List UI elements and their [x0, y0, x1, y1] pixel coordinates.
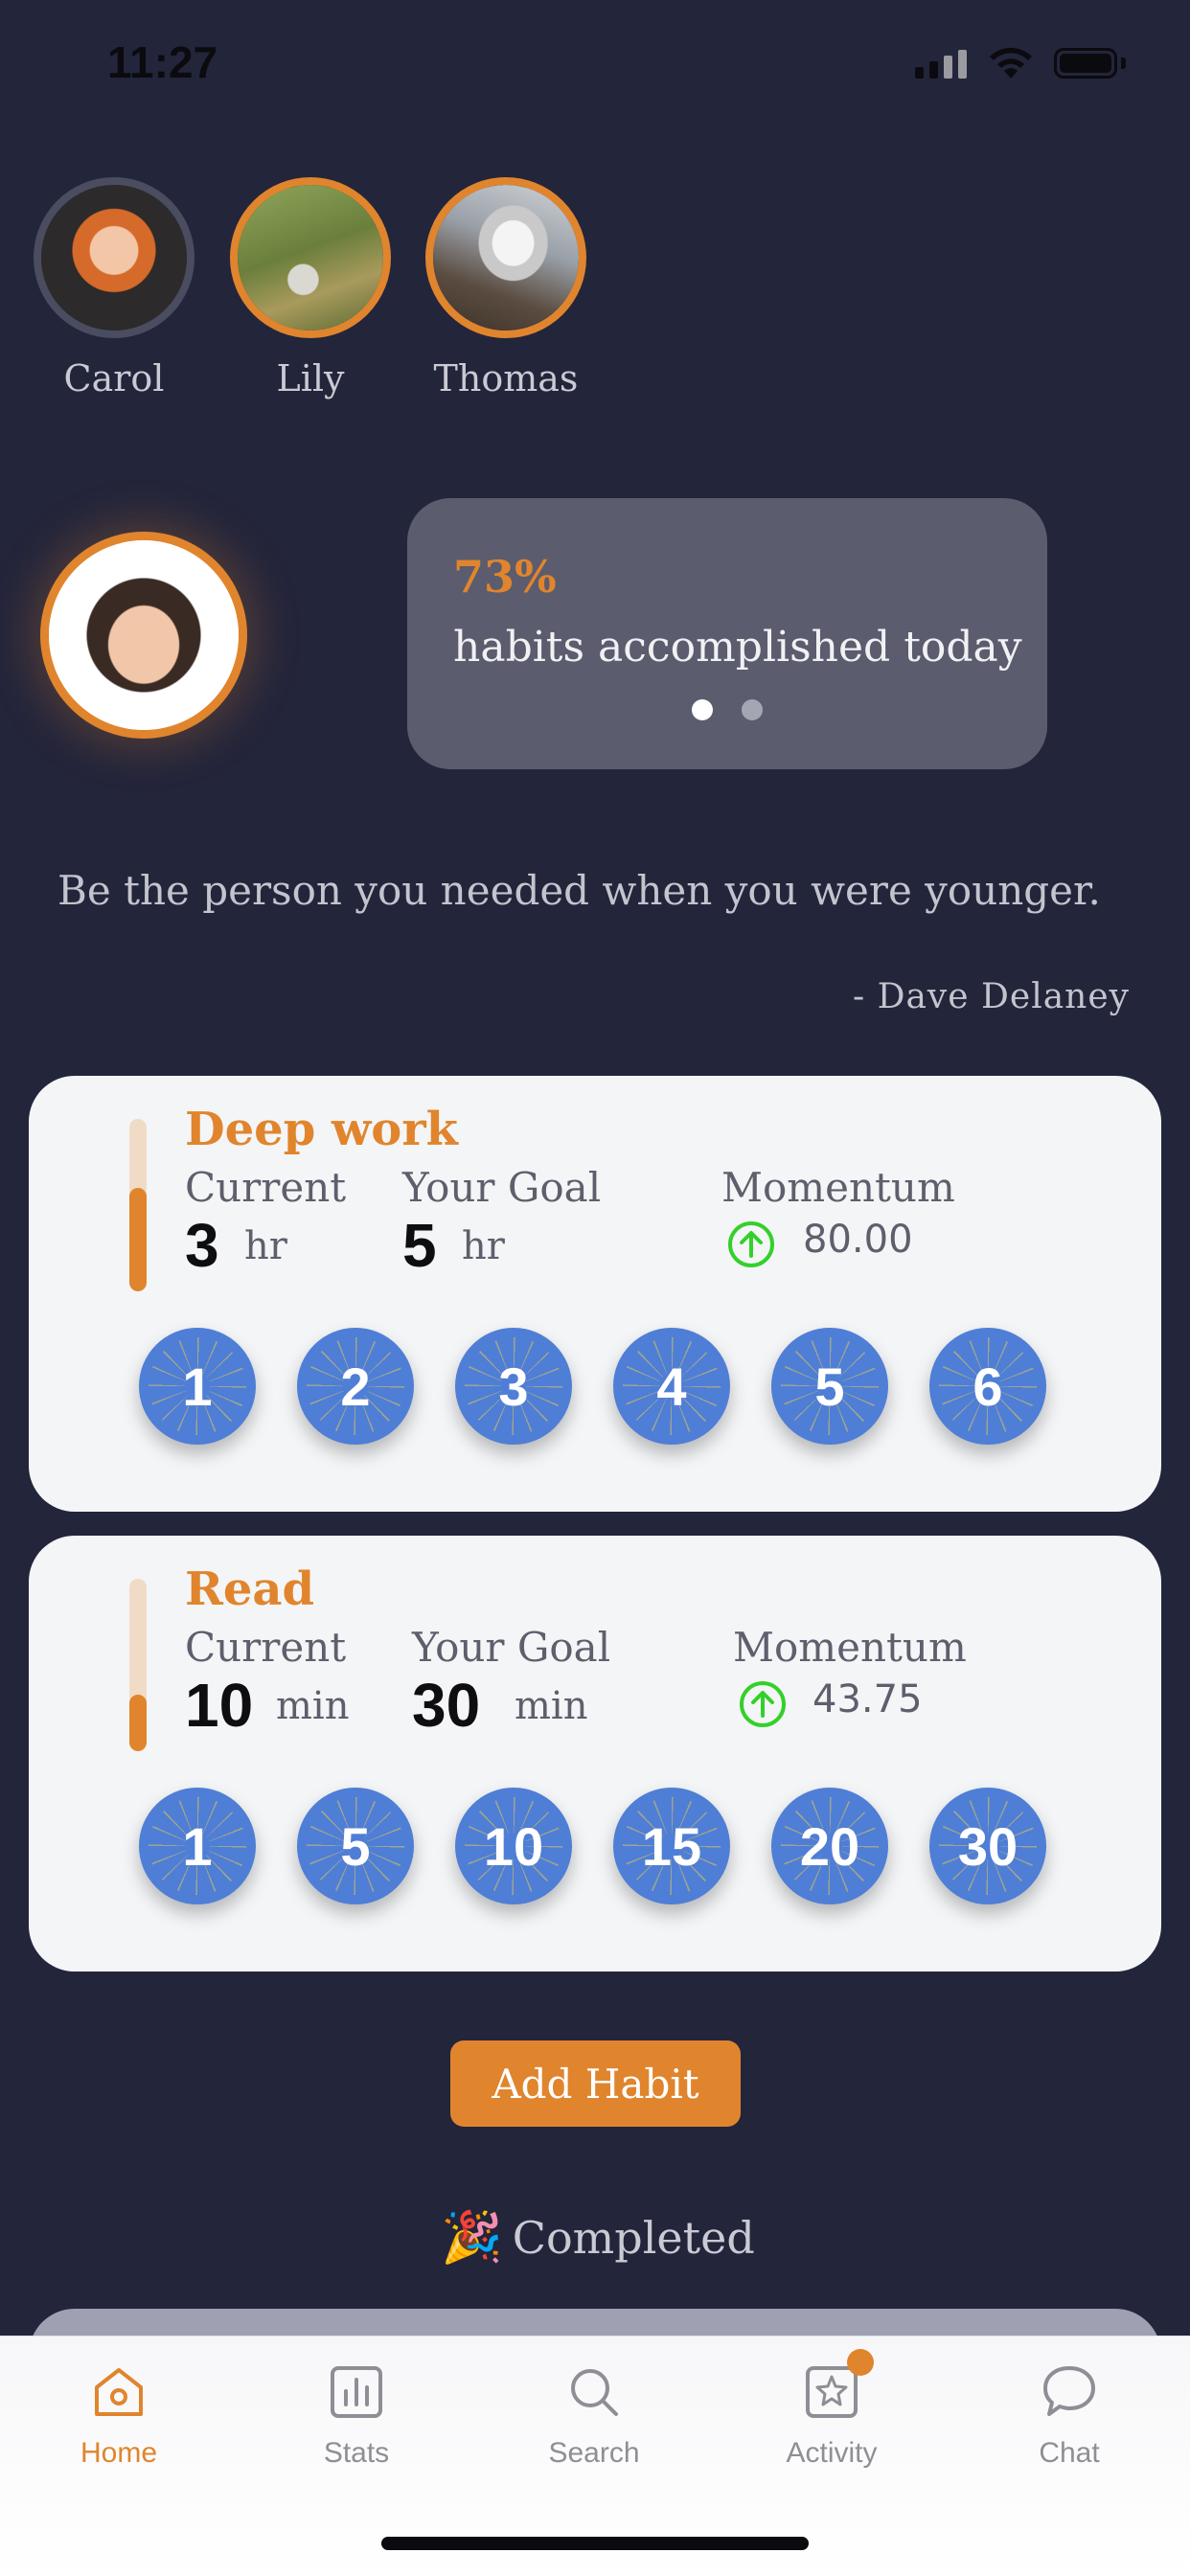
- stats-icon: [331, 2366, 382, 2418]
- habit-card-deep-work[interactable]: Deep work Current Your Goal Momentum 3 h…: [29, 1076, 1161, 1512]
- habit-title: Read: [185, 1562, 315, 1616]
- home-indicator: [381, 2537, 809, 2550]
- increment-chip[interactable]: 1: [139, 1328, 256, 1445]
- friend-name: Thomas: [433, 357, 579, 399]
- friend-avatar: [425, 177, 586, 338]
- increment-chip[interactable]: 5: [297, 1788, 414, 1904]
- wifi-icon: [990, 47, 1032, 79]
- quote-text: Be the person you needed when you were y…: [57, 867, 1101, 914]
- increment-chip[interactable]: 20: [771, 1788, 888, 1904]
- friend-thomas[interactable]: Thomas: [425, 177, 586, 399]
- current-label: Current: [185, 1624, 347, 1671]
- party-popper-icon: 🎉: [441, 2209, 503, 2267]
- completed-section-header[interactable]: 🎉 Completed: [441, 2208, 755, 2267]
- progress-percent: 73%: [453, 551, 557, 603]
- chat-icon: [1043, 2366, 1095, 2416]
- increment-chips: 1 5 10 15 20 30: [139, 1788, 1046, 1904]
- tab-label: Stats: [323, 2437, 390, 2469]
- momentum-value: 43.75: [812, 1677, 923, 1721]
- friend-lily[interactable]: Lily: [230, 177, 391, 399]
- tab-activity[interactable]: Activity: [736, 2359, 927, 2470]
- increment-chip[interactable]: 30: [929, 1788, 1046, 1904]
- battery-icon: [1054, 48, 1117, 79]
- increment-chip[interactable]: 15: [613, 1788, 730, 1904]
- habit-progress-track: [129, 1579, 147, 1751]
- habit-progress-track: [129, 1119, 147, 1291]
- cellular-signal-icon: [915, 50, 967, 79]
- habit-progress-bar: [129, 1694, 147, 1751]
- goal-label: Your Goal: [402, 1164, 602, 1211]
- progress-label: habits accomplished today: [453, 623, 1022, 672]
- goal-label: Your Goal: [412, 1624, 611, 1671]
- friend-name: Lily: [276, 357, 345, 399]
- current-value: 3: [185, 1211, 219, 1280]
- page-dot-active[interactable]: [692, 699, 713, 720]
- current-label: Current: [185, 1164, 347, 1211]
- habit-title: Deep work: [185, 1103, 458, 1156]
- tab-label: Home: [80, 2437, 158, 2469]
- current-value: 10: [185, 1671, 254, 1740]
- goal-value: 30: [412, 1671, 481, 1740]
- tab-search[interactable]: Search: [498, 2359, 690, 2470]
- increment-chip[interactable]: 2: [297, 1328, 414, 1445]
- friend-avatar: [230, 177, 391, 338]
- momentum-label: Momentum: [733, 1624, 967, 1671]
- tab-label: Chat: [1039, 2437, 1100, 2469]
- tab-chat[interactable]: Chat: [973, 2359, 1165, 2470]
- increment-chip[interactable]: 6: [929, 1328, 1046, 1445]
- goal-unit: min: [515, 1684, 588, 1728]
- completed-label: Completed: [512, 2211, 755, 2264]
- increment-chips: 1 2 3 4 5 6: [139, 1328, 1046, 1445]
- momentum-up-icon: [728, 1221, 774, 1267]
- current-unit: hr: [244, 1224, 287, 1268]
- goal-value: 5: [402, 1211, 437, 1280]
- increment-chip[interactable]: 4: [613, 1328, 730, 1445]
- tab-stats[interactable]: Stats: [261, 2359, 452, 2470]
- habit-card-read[interactable]: Read Current Your Goal Momentum 10 min 3…: [29, 1536, 1161, 1972]
- page-dot[interactable]: [742, 699, 763, 720]
- home-icon: [95, 2368, 143, 2416]
- status-time: 11:27: [107, 37, 218, 87]
- increment-chip[interactable]: 3: [455, 1328, 572, 1445]
- my-avatar[interactable]: [40, 532, 247, 739]
- friend-carol[interactable]: Carol: [34, 177, 195, 399]
- friend-avatar: [34, 177, 195, 338]
- increment-chip[interactable]: 5: [771, 1328, 888, 1445]
- momentum-value: 80.00: [803, 1218, 913, 1262]
- goal-unit: hr: [462, 1224, 505, 1268]
- friend-name: Carol: [63, 357, 165, 399]
- add-habit-button[interactable]: Add Habit: [450, 2040, 741, 2127]
- tab-label: Activity: [786, 2437, 878, 2469]
- notification-badge: [847, 2349, 874, 2376]
- momentum-up-icon: [740, 1681, 786, 1727]
- increment-chip[interactable]: 1: [139, 1788, 256, 1904]
- increment-chip[interactable]: 10: [455, 1788, 572, 1904]
- quote-author: - Dave Delaney: [853, 977, 1130, 1016]
- tab-home[interactable]: Home: [23, 2359, 215, 2470]
- current-unit: min: [276, 1684, 350, 1728]
- habit-progress-bar: [129, 1188, 147, 1291]
- tab-label: Search: [548, 2437, 640, 2469]
- battery-tip: [1121, 57, 1126, 69]
- search-icon: [571, 2369, 618, 2416]
- momentum-label: Momentum: [721, 1164, 955, 1211]
